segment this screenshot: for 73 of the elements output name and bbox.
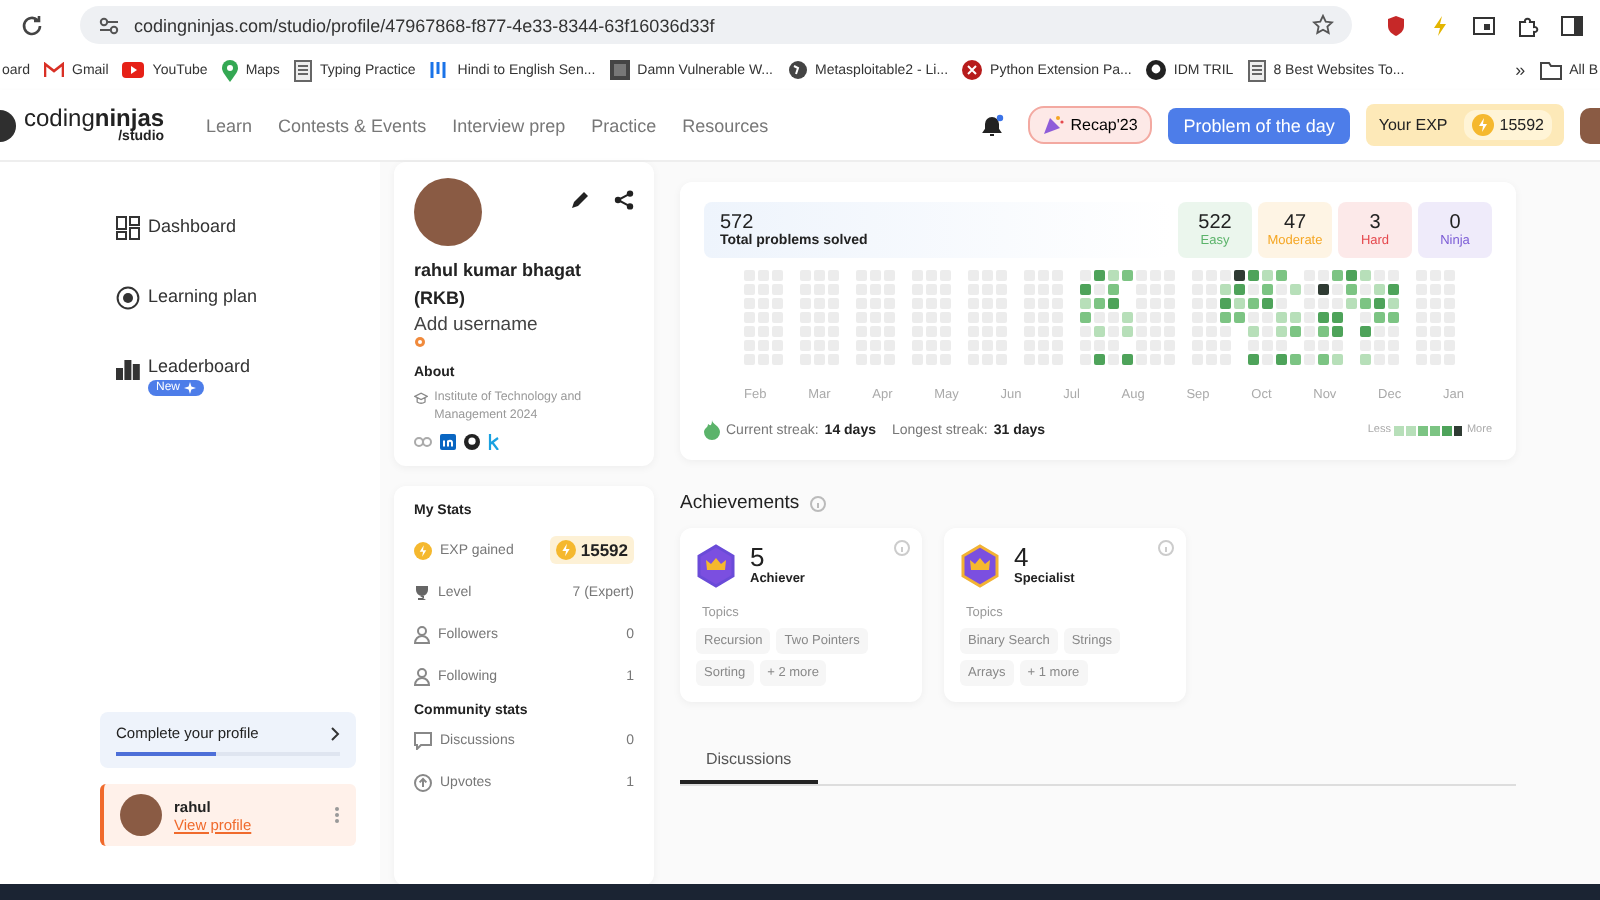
mail-icon[interactable] [44, 62, 65, 78]
chevron-right-icon[interactable] [330, 725, 340, 741]
coin-icon [1471, 114, 1494, 136]
achievements-heading: Achievements [680, 492, 800, 514]
site-settings-icon[interactable] [98, 15, 120, 35]
target-icon[interactable] [116, 286, 140, 310]
podium-icon[interactable] [116, 356, 140, 380]
person-icon [414, 625, 430, 644]
difficulty-count: 0 [1449, 212, 1461, 234]
address-bar[interactable]: codingninjas.com/studio/profile/47967868-f877-4e33-8344-63f16036d33f [80, 6, 1352, 44]
k-logo-icon[interactable] [488, 433, 500, 450]
bell-icon[interactable] [982, 113, 1005, 137]
sidebar-item[interactable]: Dashboard [148, 216, 237, 236]
x-icon[interactable] [962, 60, 983, 80]
sidebar-icon[interactable] [1560, 13, 1584, 37]
reload-icon[interactable] [20, 13, 44, 37]
bars-icon[interactable] [429, 60, 450, 80]
exp-value: 15592 [1463, 110, 1552, 140]
sidebar-item[interactable]: Leaderboard [148, 356, 251, 376]
crown-badge-icon [696, 544, 736, 588]
trophy-icon [414, 584, 430, 601]
difficulty-count: 3 [1369, 212, 1381, 234]
coin-icon [414, 541, 432, 560]
url-text: codingninjas.com/studio/profile/47967868-f877-4e33-8344-63f16036d33f [134, 15, 717, 35]
dashboard-icon[interactable] [116, 216, 140, 240]
achievement-count: 5 [750, 544, 767, 572]
folder-icon[interactable] [1539, 61, 1562, 79]
star-icon[interactable] [1312, 14, 1334, 36]
shield-icon[interactable] [1384, 13, 1408, 37]
legend-scale-drawing [1394, 425, 1463, 435]
difficulty-count: 522 [1198, 212, 1232, 234]
upvote-icon [414, 773, 432, 792]
flame-icon [704, 420, 720, 440]
tab[interactable]: Discussions [680, 742, 818, 784]
window-icon[interactable] [1472, 13, 1496, 37]
nav-link[interactable]: Learn [206, 115, 253, 135]
avatar [120, 794, 162, 836]
add-username-link[interactable]: Add username [414, 313, 538, 336]
recap-button[interactable]: Recap'23 [1028, 106, 1152, 144]
nav-link[interactable]: Interview prep [452, 115, 566, 135]
total-solved-count: 572 [720, 212, 756, 234]
sidebar-item[interactable]: Learning plan [148, 286, 258, 306]
problem-of-the-day-button[interactable]: Problem of the day [1167, 107, 1351, 143]
kebab-menu-icon[interactable] [334, 806, 340, 824]
nav-link[interactable]: Resources [682, 115, 769, 135]
puzzle-icon[interactable] [1516, 13, 1540, 37]
pencil-icon[interactable] [570, 190, 590, 210]
share-icon[interactable] [614, 190, 634, 210]
globe-icon[interactable] [787, 60, 807, 80]
party-popper-icon [1042, 114, 1065, 136]
play-icon[interactable] [122, 62, 145, 78]
logo-icon[interactable] [0, 109, 16, 141]
map-pin-icon[interactable] [221, 59, 238, 81]
sparkle-icon [184, 382, 197, 394]
achievement-count: 4 [1014, 544, 1031, 572]
status-dot-icon [414, 335, 426, 348]
nav-link[interactable]: Practice [591, 115, 657, 135]
exp-value: 15592 [550, 536, 634, 565]
linkedin-icon[interactable] [440, 433, 456, 450]
logo-text[interactable]: codingninjas [24, 106, 165, 130]
person-icon [414, 667, 430, 686]
chat-icon [414, 731, 432, 750]
avatar [414, 178, 482, 246]
nav-link[interactable]: Contests & Events [278, 115, 427, 135]
profile-name: rahul kumar bhagat (RKB) [414, 258, 584, 312]
crown-badge-icon [960, 544, 1000, 588]
document-icon[interactable] [1247, 59, 1266, 81]
document-icon[interactable] [293, 59, 312, 81]
coin-icon [556, 540, 577, 561]
graduation-cap-icon [414, 389, 429, 406]
more-bookmarks-button[interactable]: » [1515, 60, 1526, 80]
difficulty-count: 47 [1283, 212, 1307, 234]
exp-label: Your EXP [1378, 116, 1448, 134]
